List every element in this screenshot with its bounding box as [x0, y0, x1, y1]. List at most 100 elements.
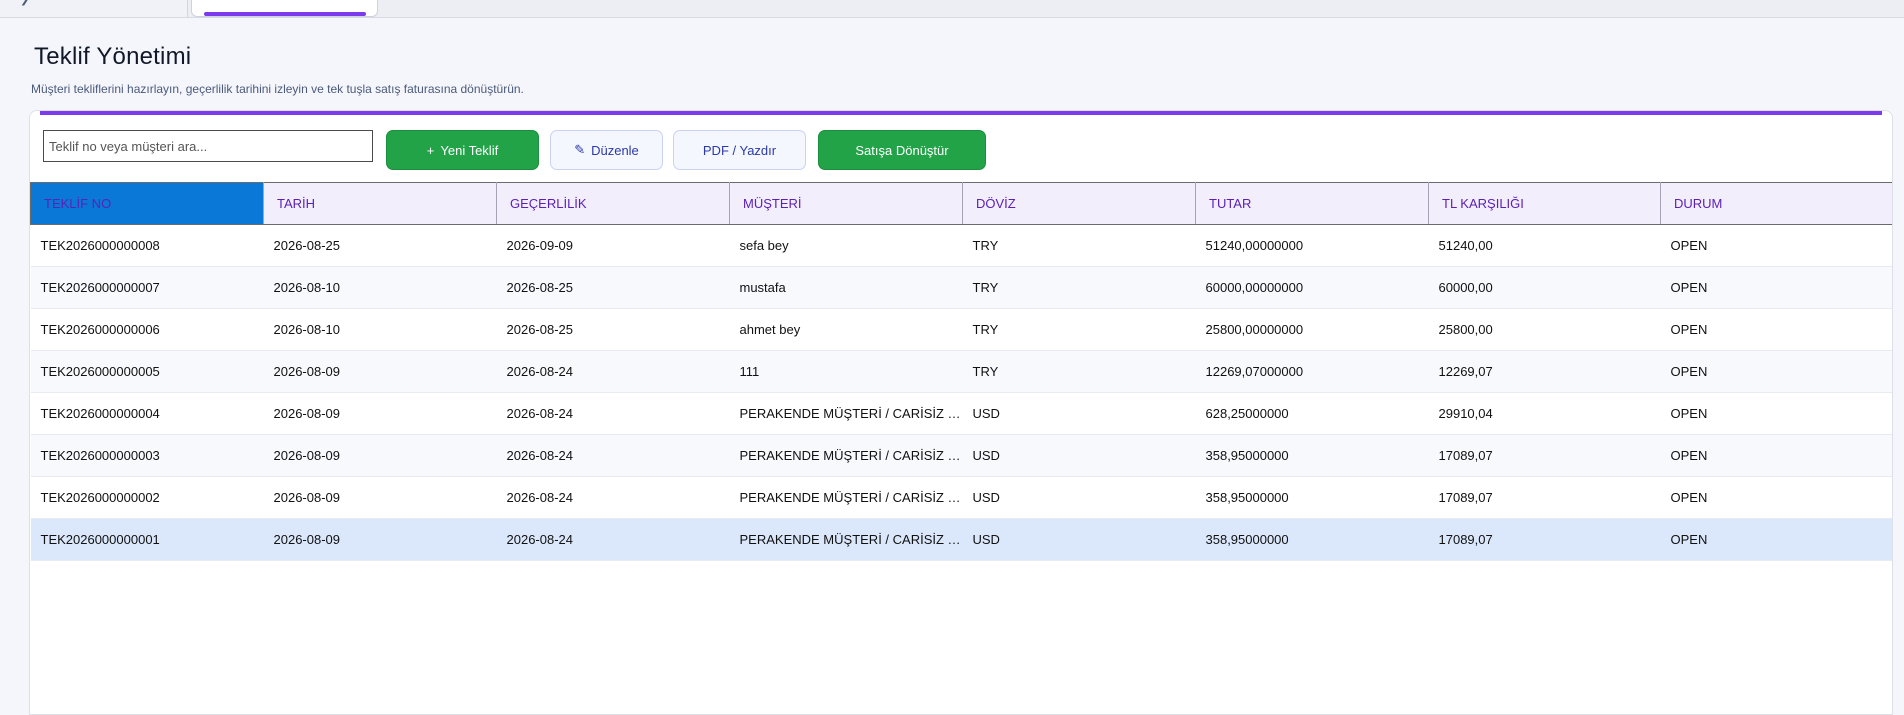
table-row[interactable]: TEK2026000000008 2026-08-25 2026-09-09 sefa…: [30, 224, 1892, 267]
cell-tarih: 2026-08-09: [263, 434, 497, 477]
cell-tutar: 358,95000000: [1195, 476, 1429, 519]
cell-musteri: PERAKENDE MÜŞTERİ / CARİSİZ S...: [729, 392, 963, 435]
cell-gecerlilik: 2026-08-24: [496, 518, 730, 561]
cell-tarih: 2026-08-10: [263, 308, 497, 351]
cell-teklif-no: TEK2026000000003: [30, 434, 264, 477]
cell-tl-karsiligi: 51240,00: [1428, 224, 1661, 267]
cell-tl-karsiligi: 17089,07: [1428, 518, 1661, 561]
table-row[interactable]: TEK2026000000007 2026-08-10 2026-08-25 must…: [30, 266, 1892, 309]
cell-gecerlilik: 2026-08-25: [496, 308, 730, 351]
cell-tarih: 2026-08-25: [263, 224, 497, 267]
cell-durum: OPEN: [1660, 266, 1892, 309]
cell-tl-karsiligi: 60000,00: [1428, 266, 1661, 309]
cell-doviz: USD: [962, 476, 1196, 519]
tab-active[interactable]: [191, 0, 378, 17]
cell-musteri: PERAKENDE MÜŞTERİ / CARİSİZ S...: [729, 518, 963, 561]
page-subtitle: Müşteri tekliflerini hazırlayın, geçerli…: [31, 82, 524, 96]
column-header-tarih[interactable]: TARİH: [263, 182, 497, 225]
cell-tarih: 2026-08-09: [263, 518, 497, 561]
column-header-musteri[interactable]: MÜŞTERİ: [729, 182, 963, 225]
cell-musteri: sefa bey: [729, 224, 963, 267]
tab-bar: ❯: [0, 0, 1904, 18]
table-row[interactable]: TEK2026000000001 2026-08-09 2026-08-24 PERA…: [30, 518, 1892, 561]
tab-previous[interactable]: ❯: [0, 0, 188, 17]
convert-label: Satışa Dönüştür: [855, 142, 949, 158]
new-quote-button[interactable]: + Yeni Teklif: [386, 130, 539, 170]
cell-doviz: TRY: [962, 224, 1196, 267]
search-input[interactable]: [43, 130, 373, 162]
cell-doviz: USD: [962, 518, 1196, 561]
cell-tl-karsiligi: 25800,00: [1428, 308, 1661, 351]
table-row[interactable]: TEK2026000000003 2026-08-09 2026-08-24 PERA…: [30, 434, 1892, 477]
quotes-table: TEKLİF NO TARİH GEÇERLİLİK MÜŞTERİ DÖVİZ…: [30, 182, 1892, 561]
cell-gecerlilik: 2026-08-24: [496, 434, 730, 477]
cell-tutar: 25800,00000000: [1195, 308, 1429, 351]
cell-gecerlilik: 2026-08-24: [496, 350, 730, 393]
cell-teklif-no: TEK2026000000007: [30, 266, 264, 309]
cell-teklif-no: TEK2026000000004: [30, 392, 264, 435]
quotes-card: + Yeni Teklif ✎ Düzenle PDF / Yazdır Sat…: [29, 110, 1893, 715]
cell-tutar: 51240,00000000: [1195, 224, 1429, 267]
quotes-table-container: TEKLİF NO TARİH GEÇERLİLİK MÜŞTERİ DÖVİZ…: [30, 182, 1892, 714]
cell-durum: OPEN: [1660, 350, 1892, 393]
edit-button[interactable]: ✎ Düzenle: [550, 130, 663, 170]
cell-tarih: 2026-08-09: [263, 350, 497, 393]
cell-gecerlilik: 2026-08-24: [496, 392, 730, 435]
cell-teklif-no: TEK2026000000001: [30, 518, 264, 561]
column-header-tutar[interactable]: TUTAR: [1195, 182, 1429, 225]
cell-tarih: 2026-08-09: [263, 476, 497, 519]
cell-doviz: USD: [962, 392, 1196, 435]
cell-musteri: PERAKENDE MÜŞTERİ / CARİSİZ S...: [729, 476, 963, 519]
cell-tutar: 60000,00000000: [1195, 266, 1429, 309]
table-row[interactable]: TEK2026000000004 2026-08-09 2026-08-24 PERA…: [30, 392, 1892, 435]
column-header-tl-karsiligi[interactable]: TL KARŞILIĞI: [1428, 182, 1661, 225]
cell-durum: OPEN: [1660, 308, 1892, 351]
cell-durum: OPEN: [1660, 224, 1892, 267]
tab-icon: ❯: [20, 0, 30, 6]
cell-durum: OPEN: [1660, 476, 1892, 519]
cell-tutar: 12269,07000000: [1195, 350, 1429, 393]
edit-label: Düzenle: [591, 142, 639, 158]
cell-tarih: 2026-08-09: [263, 392, 497, 435]
cell-durum: OPEN: [1660, 518, 1892, 561]
cell-teklif-no: TEK2026000000002: [30, 476, 264, 519]
toolbar: + Yeni Teklif ✎ Düzenle PDF / Yazdır Sat…: [41, 125, 1879, 170]
pdf-print-label: PDF / Yazdır: [702, 142, 777, 158]
table-row[interactable]: TEK2026000000006 2026-08-10 2026-08-25 ahme…: [30, 308, 1892, 351]
cell-teklif-no: TEK2026000000006: [30, 308, 264, 351]
cell-tl-karsiligi: 29910,04: [1428, 392, 1661, 435]
cell-teklif-no: TEK2026000000005: [30, 350, 264, 393]
cell-gecerlilik: 2026-08-25: [496, 266, 730, 309]
column-header-gecerlilik[interactable]: GEÇERLİLİK: [496, 182, 730, 225]
cell-doviz: TRY: [962, 350, 1196, 393]
cell-durum: OPEN: [1660, 434, 1892, 477]
column-header-teklif-no[interactable]: TEKLİF NO: [30, 182, 264, 225]
new-quote-label: Yeni Teklif: [440, 142, 499, 158]
cell-tutar: 628,25000000: [1195, 392, 1429, 435]
table-header-row: TEKLİF NO TARİH GEÇERLİLİK MÜŞTERİ DÖVİZ…: [30, 182, 1892, 225]
tab-active-indicator: [204, 12, 366, 16]
pencil-icon: ✎: [574, 142, 586, 157]
cell-doviz: TRY: [962, 308, 1196, 351]
cell-tl-karsiligi: 17089,07: [1428, 434, 1661, 477]
cell-tutar: 358,95000000: [1195, 518, 1429, 561]
plus-icon: +: [426, 142, 435, 158]
cell-tutar: 358,95000000: [1195, 434, 1429, 477]
pdf-print-button[interactable]: PDF / Yazdır: [673, 130, 806, 170]
cell-teklif-no: TEK2026000000008: [30, 224, 264, 267]
cell-musteri: mustafa: [729, 266, 963, 309]
cell-doviz: TRY: [962, 266, 1196, 309]
cell-tl-karsiligi: 12269,07: [1428, 350, 1661, 393]
cell-musteri: ahmet bey: [729, 308, 963, 351]
column-header-durum[interactable]: DURUM: [1660, 182, 1892, 225]
cell-doviz: USD: [962, 434, 1196, 477]
table-row[interactable]: TEK2026000000002 2026-08-09 2026-08-24 PERA…: [30, 476, 1892, 519]
column-header-doviz[interactable]: DÖVİZ: [962, 182, 1196, 225]
cell-musteri: PERAKENDE MÜŞTERİ / CARİSİZ S...: [729, 434, 963, 477]
cell-tarih: 2026-08-10: [263, 266, 497, 309]
card-accent-bar: [40, 111, 1882, 115]
table-row[interactable]: TEK2026000000005 2026-08-09 2026-08-24 111 T…: [30, 350, 1892, 393]
convert-to-sale-button[interactable]: Satışa Dönüştür: [818, 130, 986, 170]
cell-gecerlilik: 2026-08-24: [496, 476, 730, 519]
cell-tl-karsiligi: 17089,07: [1428, 476, 1661, 519]
